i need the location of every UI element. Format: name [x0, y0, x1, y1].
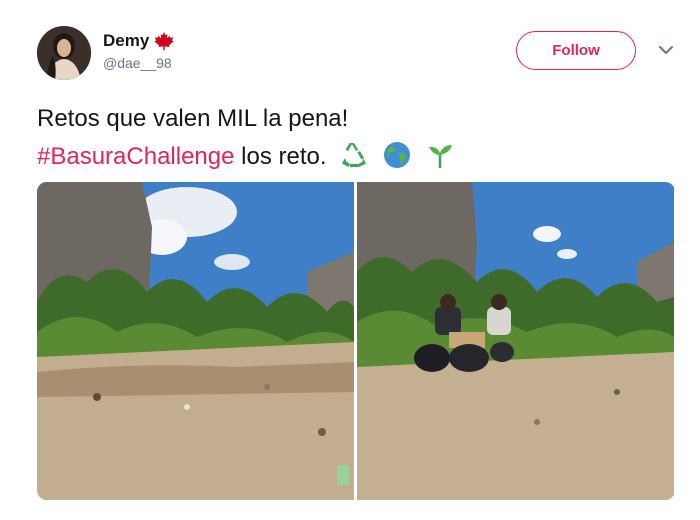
user-handle[interactable]: @dae__98 — [103, 55, 175, 71]
tweet: Demy @dae__98 Follow Retos que valen MIL… — [0, 0, 700, 520]
chevron-down-icon[interactable] — [657, 42, 675, 56]
recycle-icon — [339, 140, 369, 170]
globe-icon — [382, 140, 412, 170]
tweet-text: Retos que valen MIL la pena! #BasuraChal… — [37, 100, 667, 176]
tweet-text-line-2: #BasuraChallenge los reto. — [37, 138, 667, 176]
tweet-text-line-1: Retos que valen MIL la pena! — [37, 105, 349, 132]
display-name[interactable]: Demy — [103, 31, 149, 51]
after-photo[interactable] — [357, 182, 674, 500]
hashtag-link[interactable]: #BasuraChallenge — [37, 143, 234, 170]
seedling-icon — [425, 140, 455, 170]
follow-button[interactable]: Follow — [516, 31, 636, 70]
before-photo[interactable] — [37, 182, 354, 500]
media-grid — [37, 182, 675, 500]
user-info: Demy @dae__98 — [103, 30, 175, 71]
avatar[interactable] — [37, 26, 91, 80]
maple-leaf-icon — [153, 30, 175, 52]
tweet-text-rest: los reto. — [234, 143, 327, 170]
